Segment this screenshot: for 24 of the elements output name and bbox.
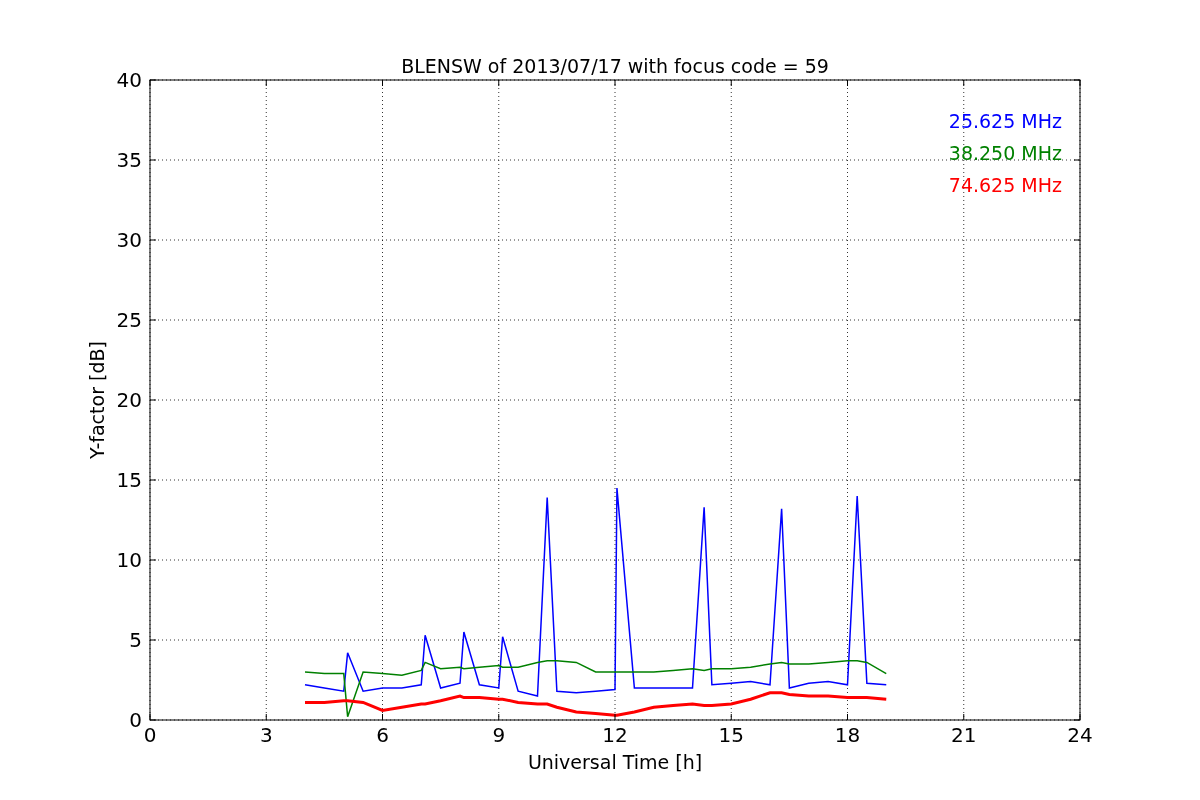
tick-label: 0 bbox=[143, 723, 157, 747]
tick-label: 10 bbox=[116, 548, 142, 572]
tick-label: 12 bbox=[602, 723, 628, 747]
tick-label: 40 bbox=[116, 68, 142, 92]
tick-label: 24 bbox=[1067, 723, 1093, 747]
tick-label: 15 bbox=[116, 468, 142, 492]
legend-label: 25.625 MHz bbox=[948, 110, 1062, 132]
tick-label: 9 bbox=[492, 723, 506, 747]
chart-title: BLENSW of 2013/07/17 with focus code = 59 bbox=[401, 55, 829, 77]
tick-label: 20 bbox=[116, 388, 142, 412]
tick-label: 3 bbox=[259, 723, 273, 747]
legend-label: 38.250 MHz bbox=[948, 142, 1062, 164]
tick-label: 18 bbox=[834, 723, 861, 747]
tick-label: 0 bbox=[129, 708, 142, 732]
tick-label: 25 bbox=[116, 308, 142, 332]
tick-label: 30 bbox=[116, 228, 142, 252]
axis-label: Y-factor [dB] bbox=[86, 341, 108, 459]
axis-label: Universal Time [h] bbox=[527, 751, 703, 773]
tick-label: 6 bbox=[376, 723, 389, 747]
legend-label: 74.625 MHz bbox=[948, 174, 1062, 196]
tick-label: 15 bbox=[718, 723, 744, 747]
tick-label: 21 bbox=[951, 723, 977, 747]
tick-label: 35 bbox=[116, 148, 142, 172]
tick-label: 5 bbox=[129, 628, 142, 652]
